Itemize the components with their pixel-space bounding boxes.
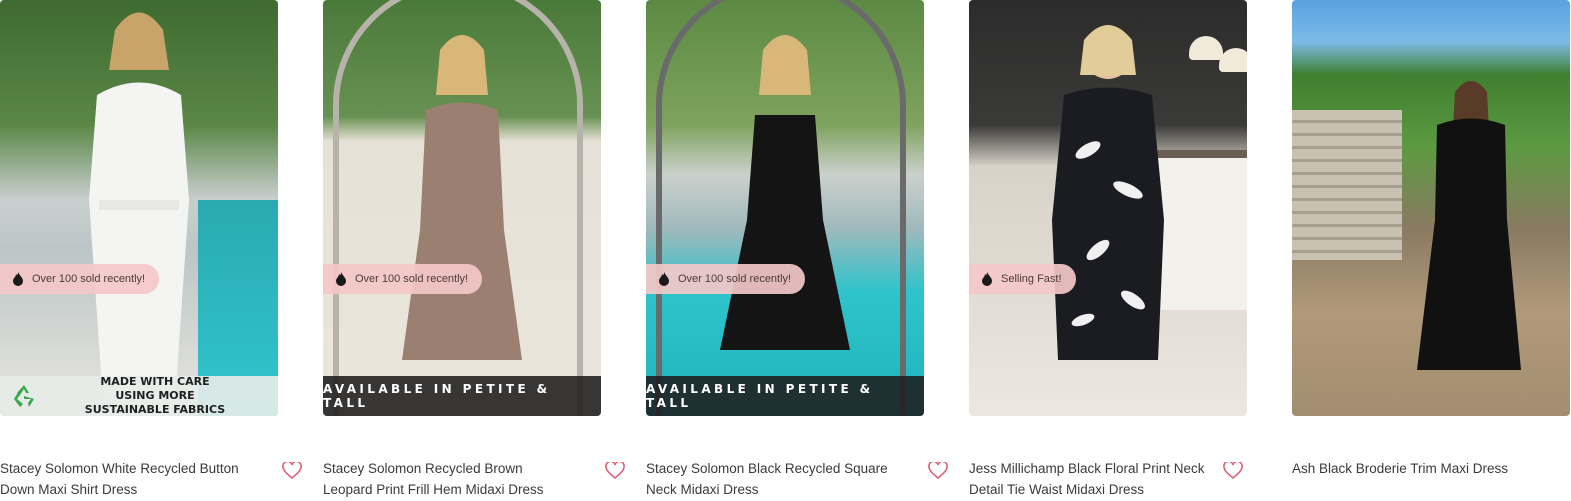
product-image[interactable]: Selling Fast! xyxy=(969,0,1247,416)
flame-icon xyxy=(336,272,346,286)
flame-icon xyxy=(13,272,23,286)
model-figure xyxy=(1052,25,1164,360)
product-title[interactable]: Stacey Solomon White Recycled Button Dow… xyxy=(0,458,250,500)
sustainable-overlay: MADE WITH CARE USING MORE SUSTAINABLE FA… xyxy=(0,375,278,416)
model-figure xyxy=(1417,81,1521,370)
size-availability-banner: AVAILABLE IN PETITE & TALL xyxy=(646,376,924,416)
sustainable-text: MADE WITH CARE USING MORE SUSTAINABLE FA… xyxy=(84,375,226,416)
badge-label: Over 100 sold recently! xyxy=(355,273,469,285)
flame-icon xyxy=(982,272,992,286)
popularity-badge: Over 100 sold recently! xyxy=(323,264,483,294)
flame-icon xyxy=(659,272,669,286)
heart-icon[interactable] xyxy=(1223,462,1243,480)
size-availability-banner: AVAILABLE IN PETITE & TALL xyxy=(323,376,601,416)
heart-icon[interactable] xyxy=(282,462,302,480)
product-card[interactable]: Ash Black Broderie Trim Maxi Dress xyxy=(1292,0,1570,501)
product-image[interactable] xyxy=(1292,0,1570,416)
popularity-badge: Over 100 sold recently! xyxy=(646,264,806,294)
product-info: Jess Millichamp Black Floral Print Neck … xyxy=(969,458,1279,500)
product-image[interactable]: Over 100 sold recently! MADE WITH CARE U… xyxy=(0,0,278,416)
badge-label: Selling Fast! xyxy=(1001,273,1062,285)
badge-label: Over 100 sold recently! xyxy=(32,273,146,285)
model-figure xyxy=(402,35,522,360)
recycle-icon xyxy=(14,385,34,407)
heart-icon[interactable] xyxy=(928,462,948,480)
model-figure xyxy=(720,35,850,350)
product-image[interactable]: Over 100 sold recently! AVAILABLE IN PET… xyxy=(646,0,924,416)
product-card[interactable]: Over 100 sold recently! MADE WITH CARE U… xyxy=(0,0,302,501)
product-info: Stacey Solomon Black Recycled Square Nec… xyxy=(646,458,956,500)
product-info: Stacey Solomon White Recycled Button Dow… xyxy=(0,458,310,500)
popularity-badge: Over 100 sold recently! xyxy=(0,264,160,294)
product-info: Ash Black Broderie Trim Maxi Dress xyxy=(1292,458,1571,479)
product-info: Stacey Solomon Recycled Brown Leopard Pr… xyxy=(323,458,633,500)
model-figure xyxy=(89,12,189,416)
product-image[interactable]: Over 100 sold recently! AVAILABLE IN PET… xyxy=(323,0,601,416)
badge-label: Over 100 sold recently! xyxy=(678,273,792,285)
product-title[interactable]: Ash Black Broderie Trim Maxi Dress xyxy=(1292,458,1562,479)
product-title[interactable]: Stacey Solomon Black Recycled Square Nec… xyxy=(646,458,896,500)
popularity-badge: Selling Fast! xyxy=(969,264,1076,294)
pendant-lamp xyxy=(1219,48,1247,72)
product-title[interactable]: Stacey Solomon Recycled Brown Leopard Pr… xyxy=(323,458,573,500)
product-card[interactable]: Over 100 sold recently! AVAILABLE IN PET… xyxy=(323,0,625,501)
product-card[interactable]: Over 100 sold recently! AVAILABLE IN PET… xyxy=(646,0,948,501)
heart-icon[interactable] xyxy=(605,462,625,480)
product-card[interactable]: Selling Fast! Jess Millichamp Black Flor… xyxy=(969,0,1247,501)
product-grid: Over 100 sold recently! MADE WITH CARE U… xyxy=(0,0,1571,501)
product-title[interactable]: Jess Millichamp Black Floral Print Neck … xyxy=(969,458,1219,500)
